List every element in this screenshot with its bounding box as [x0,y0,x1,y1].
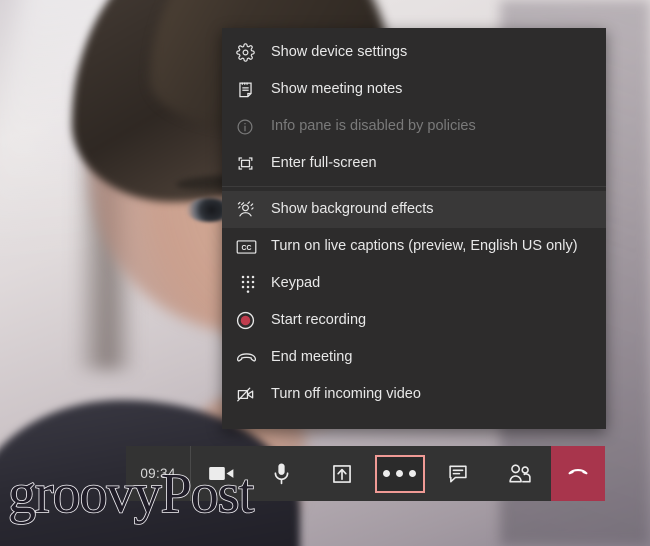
notepad-icon [236,80,262,100]
participants-button[interactable] [489,446,551,501]
closed-captions-icon: CC [236,237,262,257]
menu-item-label: Show device settings [271,44,408,61]
share-screen-icon [331,463,353,485]
more-actions-menu: Show device settings Show meeting notes [222,28,606,429]
chat-button[interactable] [427,446,489,501]
menu-item-enter-full-screen[interactable]: Enter full-screen [222,145,606,182]
svg-text:CC: CC [241,244,251,251]
teams-meeting-window: Show device settings Show meeting notes [0,0,650,546]
phone-hangup-icon [565,466,591,481]
more-actions-button[interactable] [374,454,425,493]
video-camera-icon [208,464,235,483]
meeting-control-bar: 09:34 [126,446,605,501]
background-effects-icon [236,200,262,220]
menu-item-show-background-effects[interactable]: Show background effects [222,191,606,228]
keypad-icon [236,274,262,294]
fullscreen-icon [236,154,262,174]
ellipsis-icon [396,470,404,477]
phone-hangup-icon [236,348,262,368]
camera-off-icon [236,385,262,405]
menu-item-label: Turn off incoming video [271,386,421,403]
menu-separator [222,186,606,187]
menu-item-label: Start recording [271,312,367,329]
record-icon [236,311,262,331]
menu-item-show-device-settings[interactable]: Show device settings [222,34,606,71]
menu-item-turn-on-live-captions[interactable]: CC Turn on live captions (preview, Engli… [222,228,606,265]
menu-item-start-recording[interactable]: Start recording [222,302,606,339]
microphone-icon [272,462,291,486]
camera-button[interactable] [191,446,253,501]
people-icon [508,463,532,485]
gear-icon [236,43,262,63]
ellipsis-icon [409,470,417,477]
ellipsis-icon [383,470,391,477]
menu-item-label: Keypad [271,275,321,292]
info-icon [236,117,262,137]
menu-item-label: End meeting [271,349,353,366]
menu-item-label: Show background effects [271,201,434,218]
menu-item-label: Enter full-screen [271,155,377,172]
hang-up-button[interactable] [550,446,605,501]
menu-item-label: Info pane is disabled by policies [271,118,476,135]
share-screen-button[interactable] [311,446,373,501]
elapsed-time: 09:34 [140,466,176,481]
menu-item-label: Turn on live captions (preview, English … [271,238,578,255]
menu-item-label: Show meeting notes [271,81,403,98]
microphone-button[interactable] [253,446,311,501]
menu-item-show-meeting-notes[interactable]: Show meeting notes [222,71,606,108]
menu-item-keypad[interactable]: Keypad [222,265,606,302]
chat-bubble-icon [447,463,469,485]
menu-item-end-meeting[interactable]: End meeting [222,339,606,376]
menu-item-info-pane-disabled: Info pane is disabled by policies [222,108,606,145]
menu-item-turn-off-incoming-video[interactable]: Turn off incoming video [222,376,606,413]
